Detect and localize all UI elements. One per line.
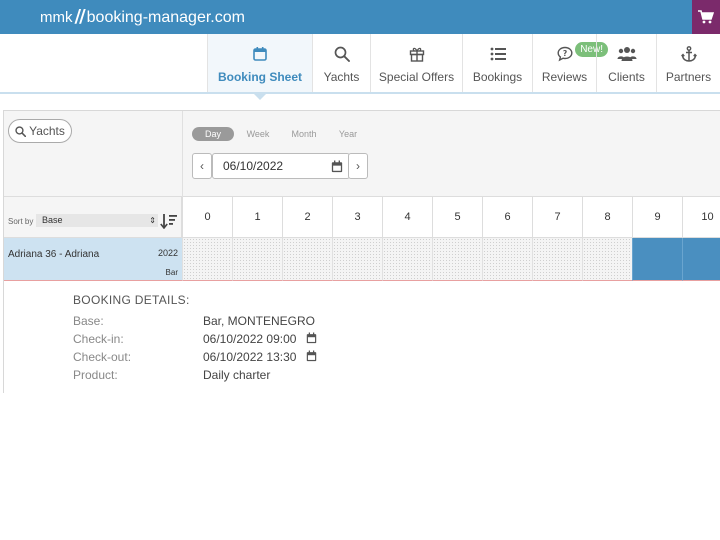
hour-header-cell: 1 bbox=[232, 197, 282, 238]
search-icon bbox=[15, 125, 27, 137]
sort-select[interactable]: Base ⇕ bbox=[36, 214, 158, 227]
svg-text:?: ? bbox=[562, 49, 566, 58]
hour-header-cell: 3 bbox=[332, 197, 382, 238]
period-year[interactable]: Year bbox=[332, 127, 364, 141]
yachts-filter-label: Yachts bbox=[29, 124, 65, 138]
logo-prefix: mmk bbox=[40, 9, 73, 26]
hour-header-cell: 10 bbox=[682, 197, 720, 238]
logo-mark: // bbox=[74, 6, 86, 27]
comment-question-icon: ? bbox=[556, 46, 573, 62]
hour-header-cell: 8 bbox=[582, 197, 632, 238]
detail-label-base: Base: bbox=[73, 314, 104, 328]
shopping-cart-icon bbox=[698, 10, 714, 24]
calendar-icon[interactable] bbox=[331, 160, 343, 173]
nav-label: Partners bbox=[665, 70, 712, 84]
free-slot[interactable] bbox=[482, 238, 532, 281]
hour-header-cell: 6 bbox=[482, 197, 532, 238]
free-slot[interactable] bbox=[182, 238, 232, 281]
detail-value-checkin: 06/10/2022 09:00 bbox=[203, 332, 297, 346]
nav-partners[interactable]: Partners bbox=[656, 34, 720, 92]
booking-details: BOOKING DETAILS: Base: Bar, MONTENEGRO C… bbox=[4, 281, 720, 393]
users-icon bbox=[617, 47, 636, 61]
prev-date-button[interactable]: ‹ bbox=[192, 153, 212, 179]
nav-reviews[interactable]: ? Reviews New! bbox=[532, 34, 608, 92]
hour-header-cell: 9 bbox=[632, 197, 682, 238]
date-value: 06/10/2022 bbox=[223, 159, 284, 173]
gift-icon bbox=[409, 47, 424, 62]
calendar-icon bbox=[253, 47, 267, 61]
hour-header-cell: 5 bbox=[432, 197, 482, 238]
toolbar: Yachts Day Week Month Year ‹ 06/10/2022 … bbox=[4, 111, 720, 197]
sort-bar: Sort by Base ⇕ bbox=[4, 197, 182, 238]
nav-label: Yachts bbox=[323, 70, 360, 84]
yachts-filter-button[interactable]: Yachts bbox=[8, 119, 72, 143]
main-nav: Booking Sheet Yachts Special Offers Book… bbox=[0, 34, 720, 100]
detail-label-product: Product: bbox=[73, 368, 118, 382]
logo[interactable]: mmk // booking-manager.com bbox=[40, 6, 245, 27]
hour-header-cell: 7 bbox=[532, 197, 582, 238]
nav-label: Bookings bbox=[472, 70, 523, 84]
detail-value-base: Bar, MONTENEGRO bbox=[203, 314, 316, 328]
logo-text: booking-manager.com bbox=[86, 9, 245, 26]
period-day[interactable]: Day bbox=[192, 127, 234, 141]
booked-slot[interactable] bbox=[632, 238, 682, 281]
cart-button[interactable] bbox=[692, 0, 720, 34]
nav-clients[interactable]: Clients bbox=[596, 34, 656, 92]
free-slot[interactable] bbox=[432, 238, 482, 281]
nav-yachts[interactable]: Yachts bbox=[312, 34, 370, 92]
detail-value-checkout: 06/10/2022 13:30 bbox=[203, 350, 297, 364]
yacht-row[interactable]: Adriana 36 - Adriana 2022 Bar bbox=[4, 238, 182, 281]
search-icon bbox=[334, 46, 350, 62]
free-slot[interactable] bbox=[582, 238, 632, 281]
free-slot[interactable] bbox=[332, 238, 382, 281]
sort-label: Sort by bbox=[8, 217, 34, 226]
free-slot[interactable] bbox=[382, 238, 432, 281]
yacht-base: Bar bbox=[165, 268, 178, 277]
list-icon bbox=[490, 47, 506, 61]
free-slot[interactable] bbox=[532, 238, 582, 281]
checkin-calendar-icon[interactable] bbox=[306, 332, 317, 344]
booking-sheet-panel: Yachts Day Week Month Year ‹ 06/10/2022 … bbox=[3, 110, 720, 393]
nav-special-offers[interactable]: Special Offers bbox=[370, 34, 462, 92]
next-date-button[interactable]: › bbox=[348, 153, 368, 179]
nav-label: Reviews bbox=[541, 70, 588, 84]
sort-selected-value: Base bbox=[42, 215, 63, 225]
hour-header-cell: 2 bbox=[282, 197, 332, 238]
date-input[interactable]: 06/10/2022 bbox=[212, 153, 350, 179]
nav-label: Booking Sheet bbox=[217, 70, 302, 84]
period-week[interactable]: Week bbox=[240, 127, 276, 141]
top-bar: mmk // booking-manager.com bbox=[0, 0, 720, 34]
detail-label-checkin: Check-in: bbox=[73, 332, 124, 346]
yacht-name: Adriana 36 - Adriana bbox=[8, 249, 100, 260]
detail-value-product: Daily charter bbox=[203, 368, 271, 382]
nav-booking-sheet[interactable]: Booking Sheet bbox=[207, 34, 312, 100]
hour-header-cell: 4 bbox=[382, 197, 432, 238]
nav-label: Clients bbox=[608, 70, 645, 84]
hour-header-cell: 0 bbox=[182, 197, 232, 238]
toolbar-divider bbox=[182, 111, 183, 197]
yacht-year: 2022 bbox=[157, 248, 178, 258]
sort-direction-icon[interactable] bbox=[160, 213, 178, 229]
nav-label: Special Offers bbox=[378, 70, 455, 84]
nav-bookings[interactable]: Bookings bbox=[462, 34, 532, 92]
detail-label-checkout: Check-out: bbox=[73, 350, 132, 364]
anchor-icon bbox=[680, 46, 697, 62]
booking-details-title: BOOKING DETAILS: bbox=[73, 293, 190, 307]
select-arrows-icon: ⇕ bbox=[149, 216, 156, 225]
period-month[interactable]: Month bbox=[284, 127, 324, 141]
booked-slot[interactable] bbox=[682, 238, 720, 281]
checkout-calendar-icon[interactable] bbox=[306, 350, 317, 362]
free-slot[interactable] bbox=[282, 238, 332, 281]
free-slot[interactable] bbox=[232, 238, 282, 281]
